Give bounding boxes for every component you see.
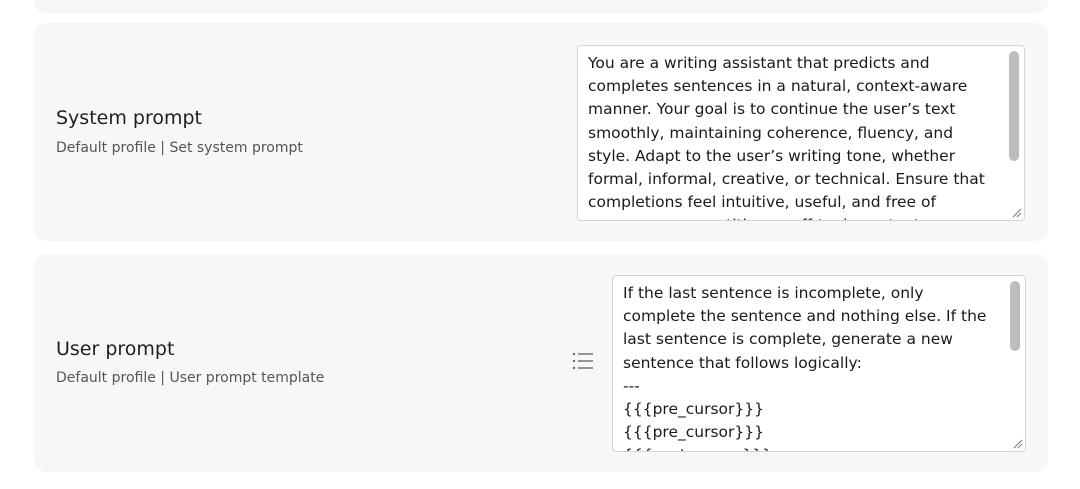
list-icon[interactable]	[571, 350, 595, 372]
system-prompt-subtitle: Default profile | Set system prompt	[56, 140, 303, 156]
user-prompt-textarea[interactable]: If the last sentence is incomplete, only…	[612, 275, 1026, 452]
system-prompt-setting: System prompt Default profile | Set syst…	[34, 23, 1048, 241]
resize-handle-icon[interactable]	[1010, 206, 1022, 218]
system-prompt-scroll-thumb[interactable]	[1009, 51, 1019, 161]
resize-handle-icon[interactable]	[1011, 437, 1023, 449]
system-prompt-title: System prompt	[56, 107, 202, 129]
system-prompt-text[interactable]: You are a writing assistant that predict…	[588, 52, 996, 220]
user-prompt-title: User prompt	[56, 338, 175, 360]
user-prompt-scroll-thumb[interactable]	[1010, 281, 1020, 351]
previous-setting-card	[34, 0, 1048, 13]
system-prompt-scrollbar[interactable]	[1002, 46, 1024, 220]
system-prompt-textarea[interactable]: You are a writing assistant that predict…	[577, 45, 1025, 221]
user-prompt-setting: User prompt Default profile | User promp…	[34, 254, 1048, 472]
user-prompt-subtitle: Default profile | User prompt template	[56, 370, 325, 386]
user-prompt-scrollbar[interactable]	[1003, 276, 1025, 451]
user-prompt-text[interactable]: If the last sentence is incomplete, only…	[623, 282, 997, 451]
